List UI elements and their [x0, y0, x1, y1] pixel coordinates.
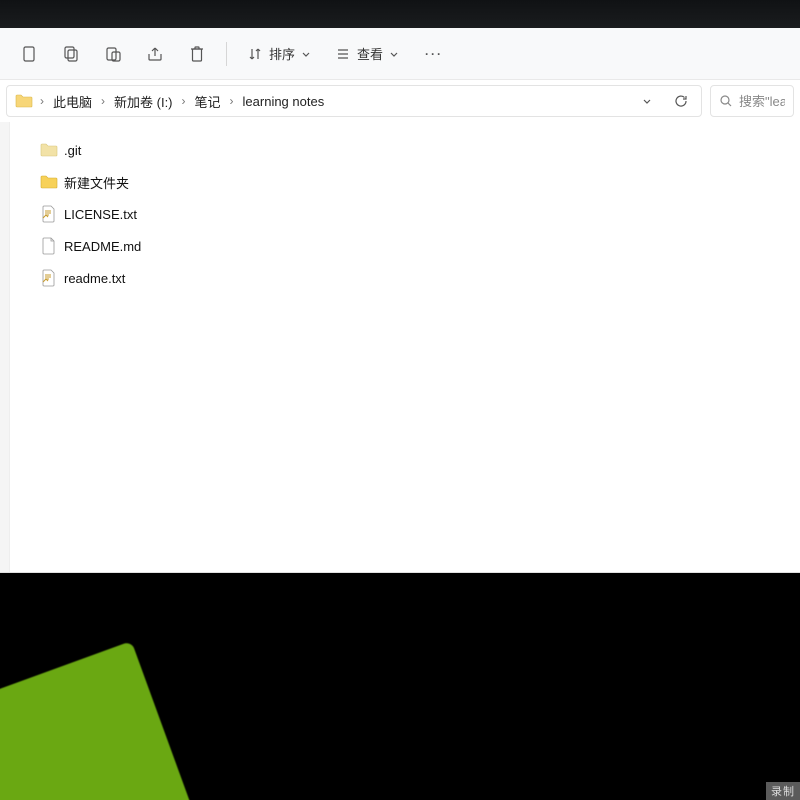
view-button[interactable]: 查看 — [325, 35, 409, 73]
file-name: .git — [64, 143, 81, 158]
txt-file-icon — [40, 205, 58, 223]
recorder-badge[interactable]: 录制 — [766, 782, 800, 800]
copy-button[interactable] — [52, 35, 90, 73]
breadcrumb-actions — [633, 87, 695, 115]
breadcrumb-root-icon[interactable] — [11, 87, 37, 115]
sort-icon — [247, 46, 263, 62]
file-name: 新建文件夹 — [64, 173, 129, 192]
explorer-window: 排序 查看 ··· — [0, 28, 800, 573]
list-item[interactable]: .git — [16, 134, 794, 166]
share-icon — [146, 45, 164, 63]
sort-label: 排序 — [269, 44, 295, 63]
chevron-right-icon: › — [229, 94, 235, 108]
wallpaper-shape — [0, 641, 193, 800]
more-button[interactable]: ··· — [413, 35, 455, 73]
copy-icon — [62, 45, 80, 63]
chevron-right-icon: › — [39, 94, 45, 108]
file-name: readme.txt — [64, 271, 125, 286]
list-item[interactable]: 新建文件夹 — [16, 166, 794, 198]
toolbar-separator — [226, 42, 227, 66]
address-row: › 此电脑 › 新加卷 (I:) › 笔记 › learning notes — [0, 80, 800, 122]
more-icon: ··· — [425, 47, 443, 61]
breadcrumb-item[interactable]: learning notes — [237, 87, 331, 115]
view-icon — [335, 46, 351, 62]
cut-icon — [21, 45, 37, 63]
trash-icon — [189, 45, 205, 63]
nav-pane-edge[interactable] — [0, 122, 10, 572]
folder-icon — [40, 173, 58, 191]
chevron-down-icon — [389, 49, 399, 59]
breadcrumb-item[interactable]: 此电脑 — [47, 87, 98, 115]
view-label: 查看 — [357, 44, 383, 63]
search-icon — [719, 94, 733, 108]
file-name: README.md — [64, 239, 141, 254]
chevron-down-icon — [301, 49, 311, 59]
paste-icon — [104, 45, 122, 63]
search-input[interactable] — [739, 94, 785, 109]
list-item[interactable]: README.md — [16, 230, 794, 262]
desktop-background-bottom: 录制 — [0, 573, 800, 800]
chevron-right-icon: › — [181, 94, 187, 108]
refresh-button[interactable] — [667, 87, 695, 115]
search-box[interactable] — [710, 85, 794, 117]
txt-file-icon — [40, 269, 58, 287]
file-name: LICENSE.txt — [64, 207, 137, 222]
share-button[interactable] — [136, 35, 174, 73]
breadcrumb-item[interactable]: 新加卷 (I:) — [108, 87, 179, 115]
breadcrumb-item[interactable]: 笔记 — [189, 87, 227, 115]
chevron-right-icon: › — [100, 94, 106, 108]
folder-icon — [40, 141, 58, 159]
body: .git 新建文件夹 LICENSE.txt — [0, 122, 800, 572]
sort-button[interactable]: 排序 — [237, 35, 321, 73]
delete-button[interactable] — [178, 35, 216, 73]
list-item[interactable]: LICENSE.txt — [16, 198, 794, 230]
list-item[interactable]: readme.txt — [16, 262, 794, 294]
toolbar: 排序 查看 ··· — [0, 28, 800, 80]
paste-button[interactable] — [94, 35, 132, 73]
file-icon — [40, 237, 58, 255]
breadcrumb[interactable]: › 此电脑 › 新加卷 (I:) › 笔记 › learning notes — [6, 85, 702, 117]
cut-button[interactable] — [10, 35, 48, 73]
breadcrumb-history-button[interactable] — [633, 87, 661, 115]
recorder-label: 录制 — [771, 783, 795, 799]
desktop-background-top — [0, 0, 800, 28]
file-list[interactable]: .git 新建文件夹 LICENSE.txt — [10, 122, 800, 572]
